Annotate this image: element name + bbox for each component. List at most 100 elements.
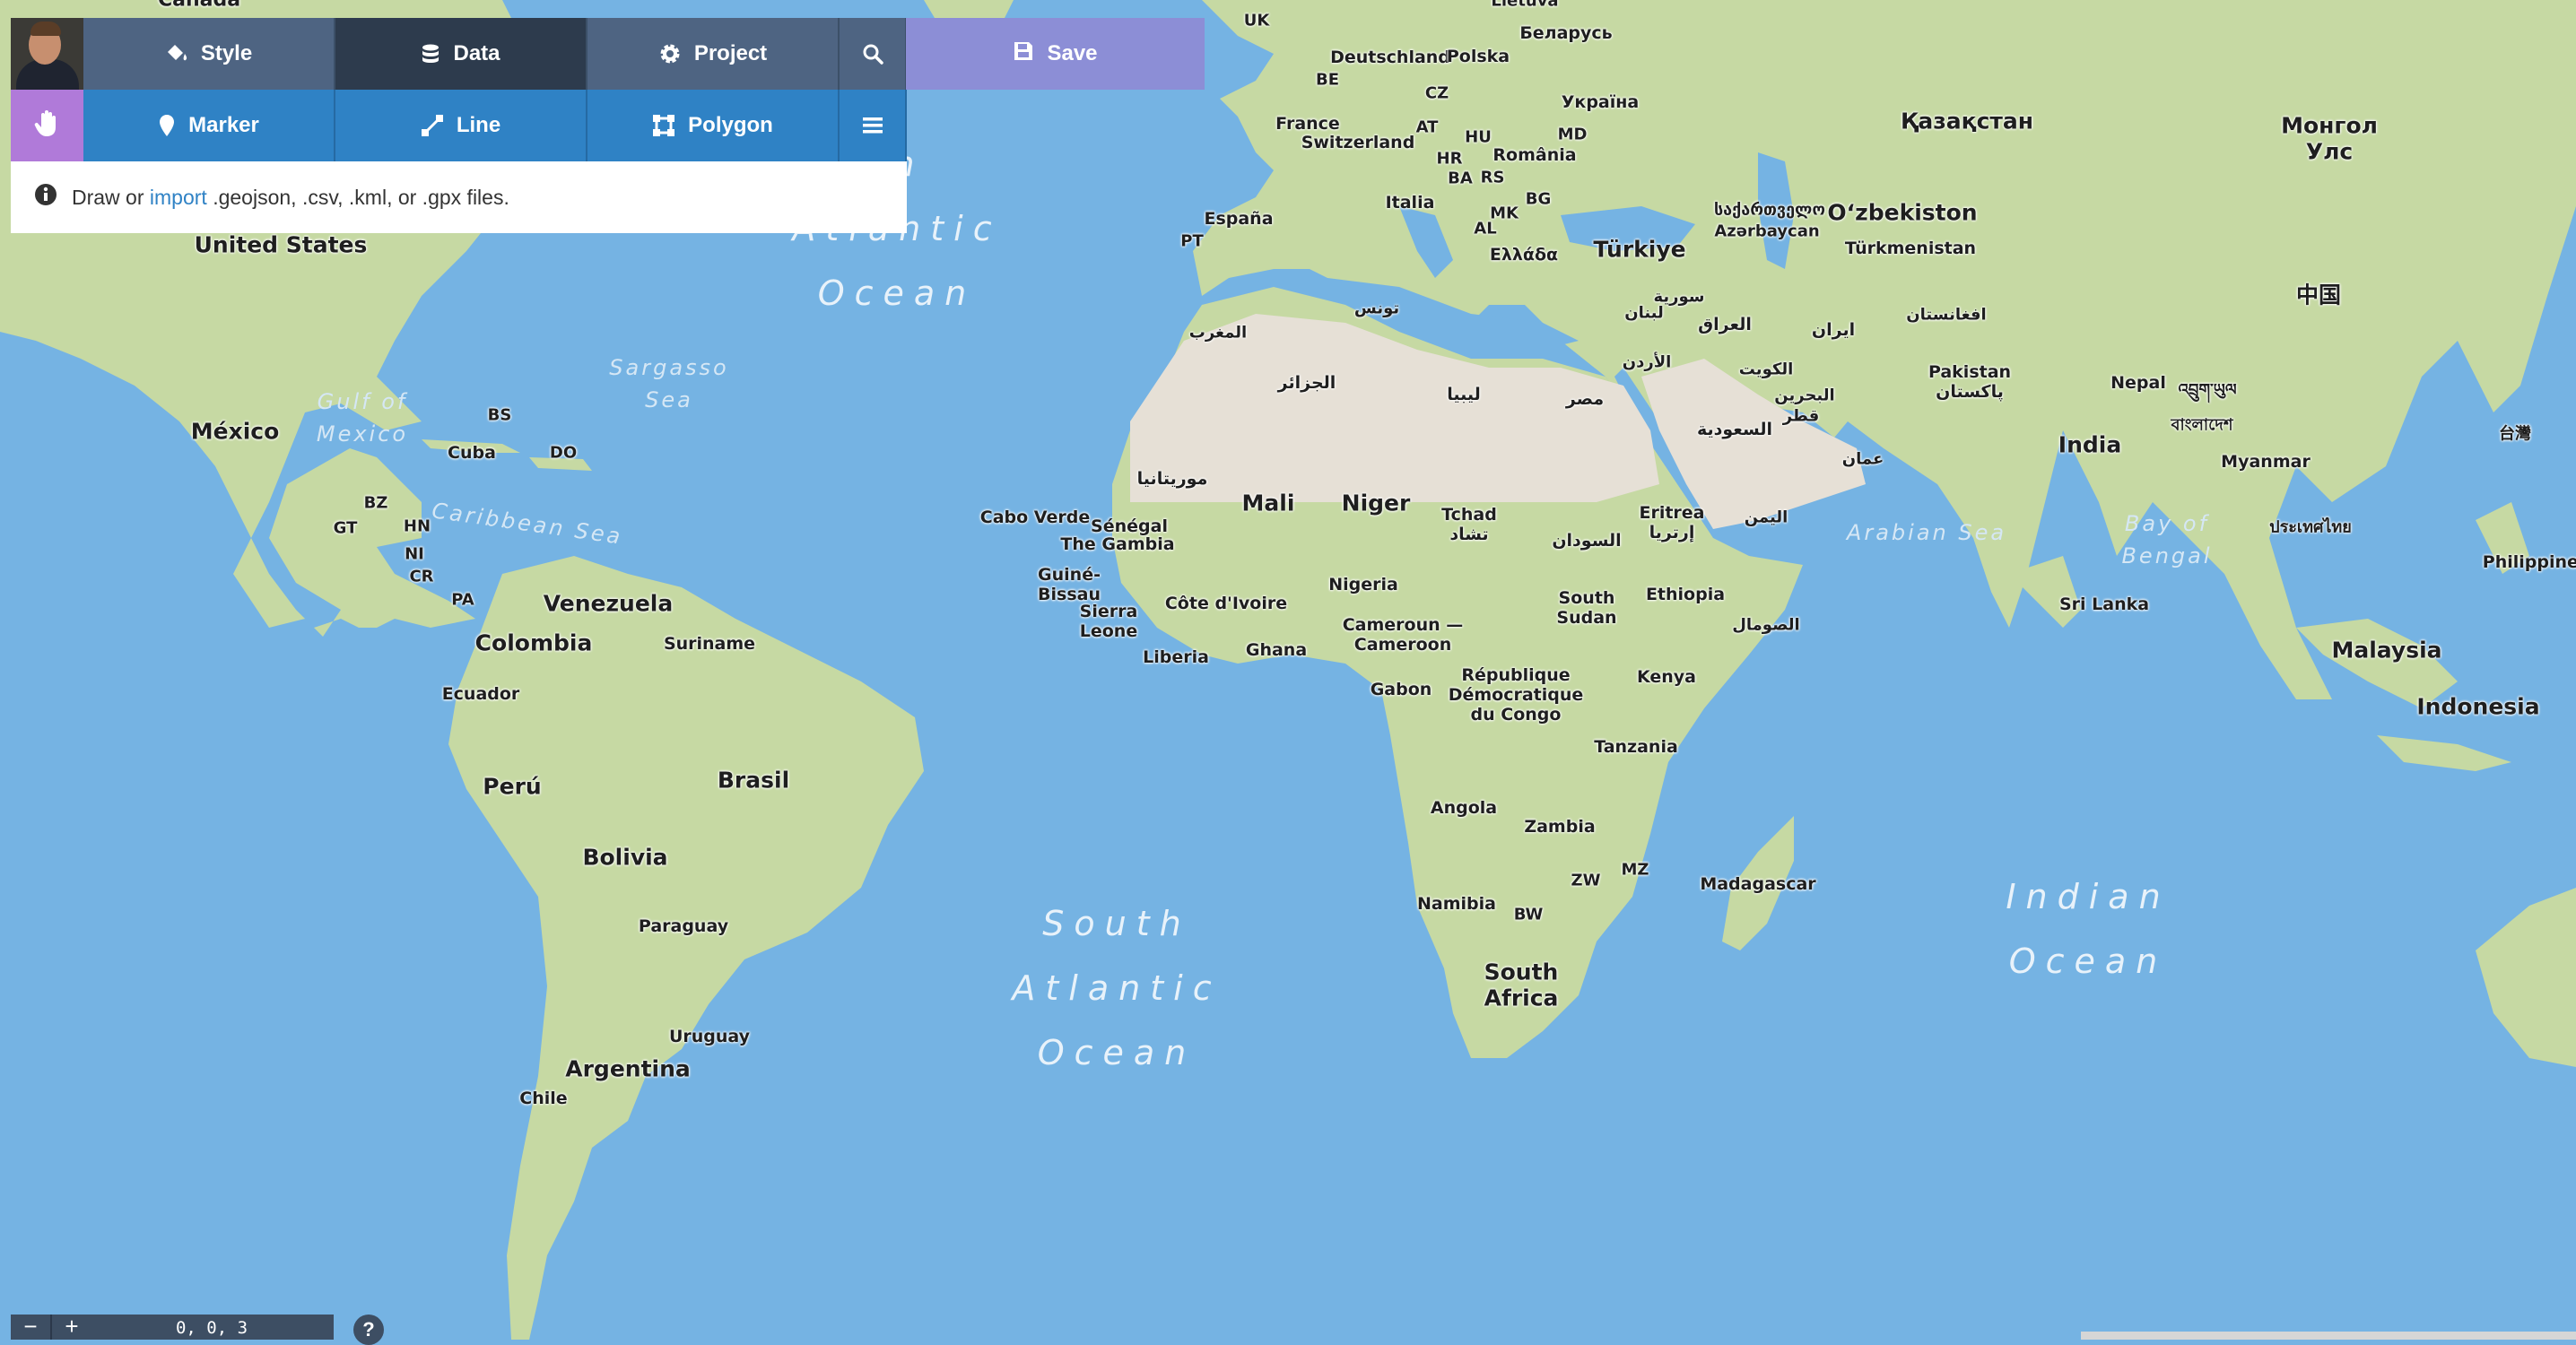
country-label: Indonesia — [2416, 693, 2540, 720]
country-label: Sierra Leone — [1079, 602, 1138, 641]
info-banner: Draw or import .geojson, .csv, .kml, or … — [11, 161, 907, 233]
project-tab[interactable]: Project — [587, 18, 840, 90]
country-label: CR — [409, 567, 434, 586]
country-label: UK — [1243, 11, 1270, 30]
country-label: Perú — [483, 773, 542, 800]
country-label: Pakistan پاکستان — [1928, 362, 2012, 402]
country-label: ประเทศไทย — [2269, 517, 2352, 537]
country-label: AL — [1474, 219, 1497, 239]
save-button[interactable]: Save — [906, 18, 1205, 90]
country-label: 中国 — [2295, 282, 2342, 308]
country-label: Guiné- Bissau — [1038, 565, 1101, 604]
country-label: 台灣 — [2499, 424, 2531, 444]
country-label: السودان — [1552, 531, 1622, 551]
sea-bay-of-bengal: Bay of Bengal — [2121, 511, 2213, 568]
country-label: République Démocratique du Congo — [1448, 665, 1584, 725]
zoom-out-button[interactable]: − — [11, 1315, 50, 1340]
country-label: Ghana — [1245, 640, 1308, 661]
country-label: Suriname — [663, 634, 756, 655]
country-label: PT — [1180, 231, 1204, 251]
country-label: ليبيا — [1447, 385, 1481, 405]
draw-line-button[interactable]: Line — [335, 90, 587, 161]
country-label: Türkiye — [1593, 236, 1686, 263]
country-label: South Sudan — [1556, 588, 1617, 628]
country-label: CZ — [1424, 83, 1449, 103]
map-pin-icon — [158, 114, 176, 137]
polygon-icon — [652, 114, 675, 137]
country-label: Malaysia — [2331, 637, 2442, 664]
user-avatar[interactable] — [11, 18, 83, 90]
country-label: قطر — [1782, 406, 1820, 426]
country-label: Gabon — [1370, 680, 1432, 700]
country-label: Philippines — [2482, 552, 2576, 573]
horizontal-scrollbar[interactable] — [2081, 1332, 2576, 1340]
data-tab[interactable]: Data — [335, 18, 587, 90]
country-label: Madagascar — [1700, 874, 1816, 895]
hamburger-menu-icon — [862, 117, 883, 134]
help-button[interactable]: ? — [353, 1315, 384, 1345]
country-label: Angola — [1430, 798, 1498, 819]
country-label: AT — [1415, 117, 1439, 137]
country-label: BW — [1513, 905, 1544, 924]
country-label: Niger — [1341, 490, 1411, 516]
info-text: Draw or import .geojson, .csv, .kml, or … — [72, 185, 509, 209]
country-label: Switzerland — [1301, 133, 1415, 153]
search-button[interactable] — [840, 18, 907, 90]
marker-button-label: Marker — [188, 113, 259, 137]
country-label: العراق — [1698, 315, 1752, 335]
country-label: Ecuador — [441, 684, 520, 705]
style-tab[interactable]: Style — [83, 18, 335, 90]
country-label: HR — [1436, 149, 1463, 169]
country-label: مصر — [1565, 389, 1605, 410]
polygon-button-label: Polygon — [688, 113, 773, 137]
country-label: Kenya — [1636, 667, 1697, 688]
country-label: موريتانيا — [1136, 469, 1208, 490]
country-label: Türkmenistan — [1844, 239, 1977, 259]
country-label: اليمن — [1744, 508, 1788, 527]
country-label: DO — [549, 443, 578, 463]
line-button-label: Line — [456, 113, 501, 137]
country-label: ZW — [1571, 871, 1601, 890]
import-link[interactable]: import — [150, 186, 207, 209]
country-label: Cabo Verde — [979, 508, 1091, 528]
country-label: المغرب — [1188, 323, 1248, 343]
country-label: NI — [405, 544, 424, 564]
info-icon — [34, 183, 57, 212]
project-tab-label: Project — [693, 41, 768, 65]
pan-tool-button[interactable] — [11, 90, 83, 161]
search-icon — [862, 43, 883, 65]
country-label: Zambia — [1524, 817, 1596, 837]
country-label: Azərbaycan — [1714, 221, 1820, 241]
sea-arabian: Arabian Sea — [1846, 520, 2007, 545]
zoom-in-button[interactable]: + — [50, 1315, 91, 1340]
draw-marker-button[interactable]: Marker — [83, 90, 335, 161]
country-label: PA — [451, 590, 474, 610]
country-label: Беларусь — [1519, 23, 1613, 44]
country-label: البحرين — [1774, 386, 1835, 405]
country-label: འབྲུག་ཡུལ — [2178, 380, 2237, 400]
country-label: Ελλάδα — [1489, 245, 1559, 265]
gear-icon — [658, 42, 682, 65]
ocean-south-atlantic: South Atlantic Ocean — [1012, 904, 1222, 1072]
country-label: Canada — [158, 0, 240, 12]
country-label: Liberia — [1143, 647, 1209, 668]
country-label: Mali — [1241, 490, 1295, 516]
country-label: বাংলাদেশ — [2171, 415, 2233, 435]
country-label: BG — [1525, 189, 1552, 209]
country-label: România — [1493, 145, 1577, 166]
country-label: تونس — [1353, 299, 1400, 318]
draw-polygon-button[interactable]: Polygon — [587, 90, 840, 161]
country-label: Côte d'Ivoire — [1164, 594, 1288, 614]
country-label: MZ — [1621, 860, 1649, 880]
country-label: Cuba — [448, 443, 496, 464]
country-label: Italia — [1385, 193, 1435, 213]
country-label: United States — [194, 231, 368, 258]
country-label: Chile — [519, 1089, 568, 1109]
menu-button[interactable] — [840, 90, 907, 161]
country-label: MD — [1557, 125, 1588, 144]
country-label: Uruguay — [668, 1027, 751, 1047]
country-label: Ethiopia — [1645, 585, 1726, 605]
country-label: Cameroun — Cameroon — [1342, 615, 1464, 655]
country-label: Polska — [1446, 47, 1510, 67]
country-label: افغانستان — [1906, 305, 1987, 325]
